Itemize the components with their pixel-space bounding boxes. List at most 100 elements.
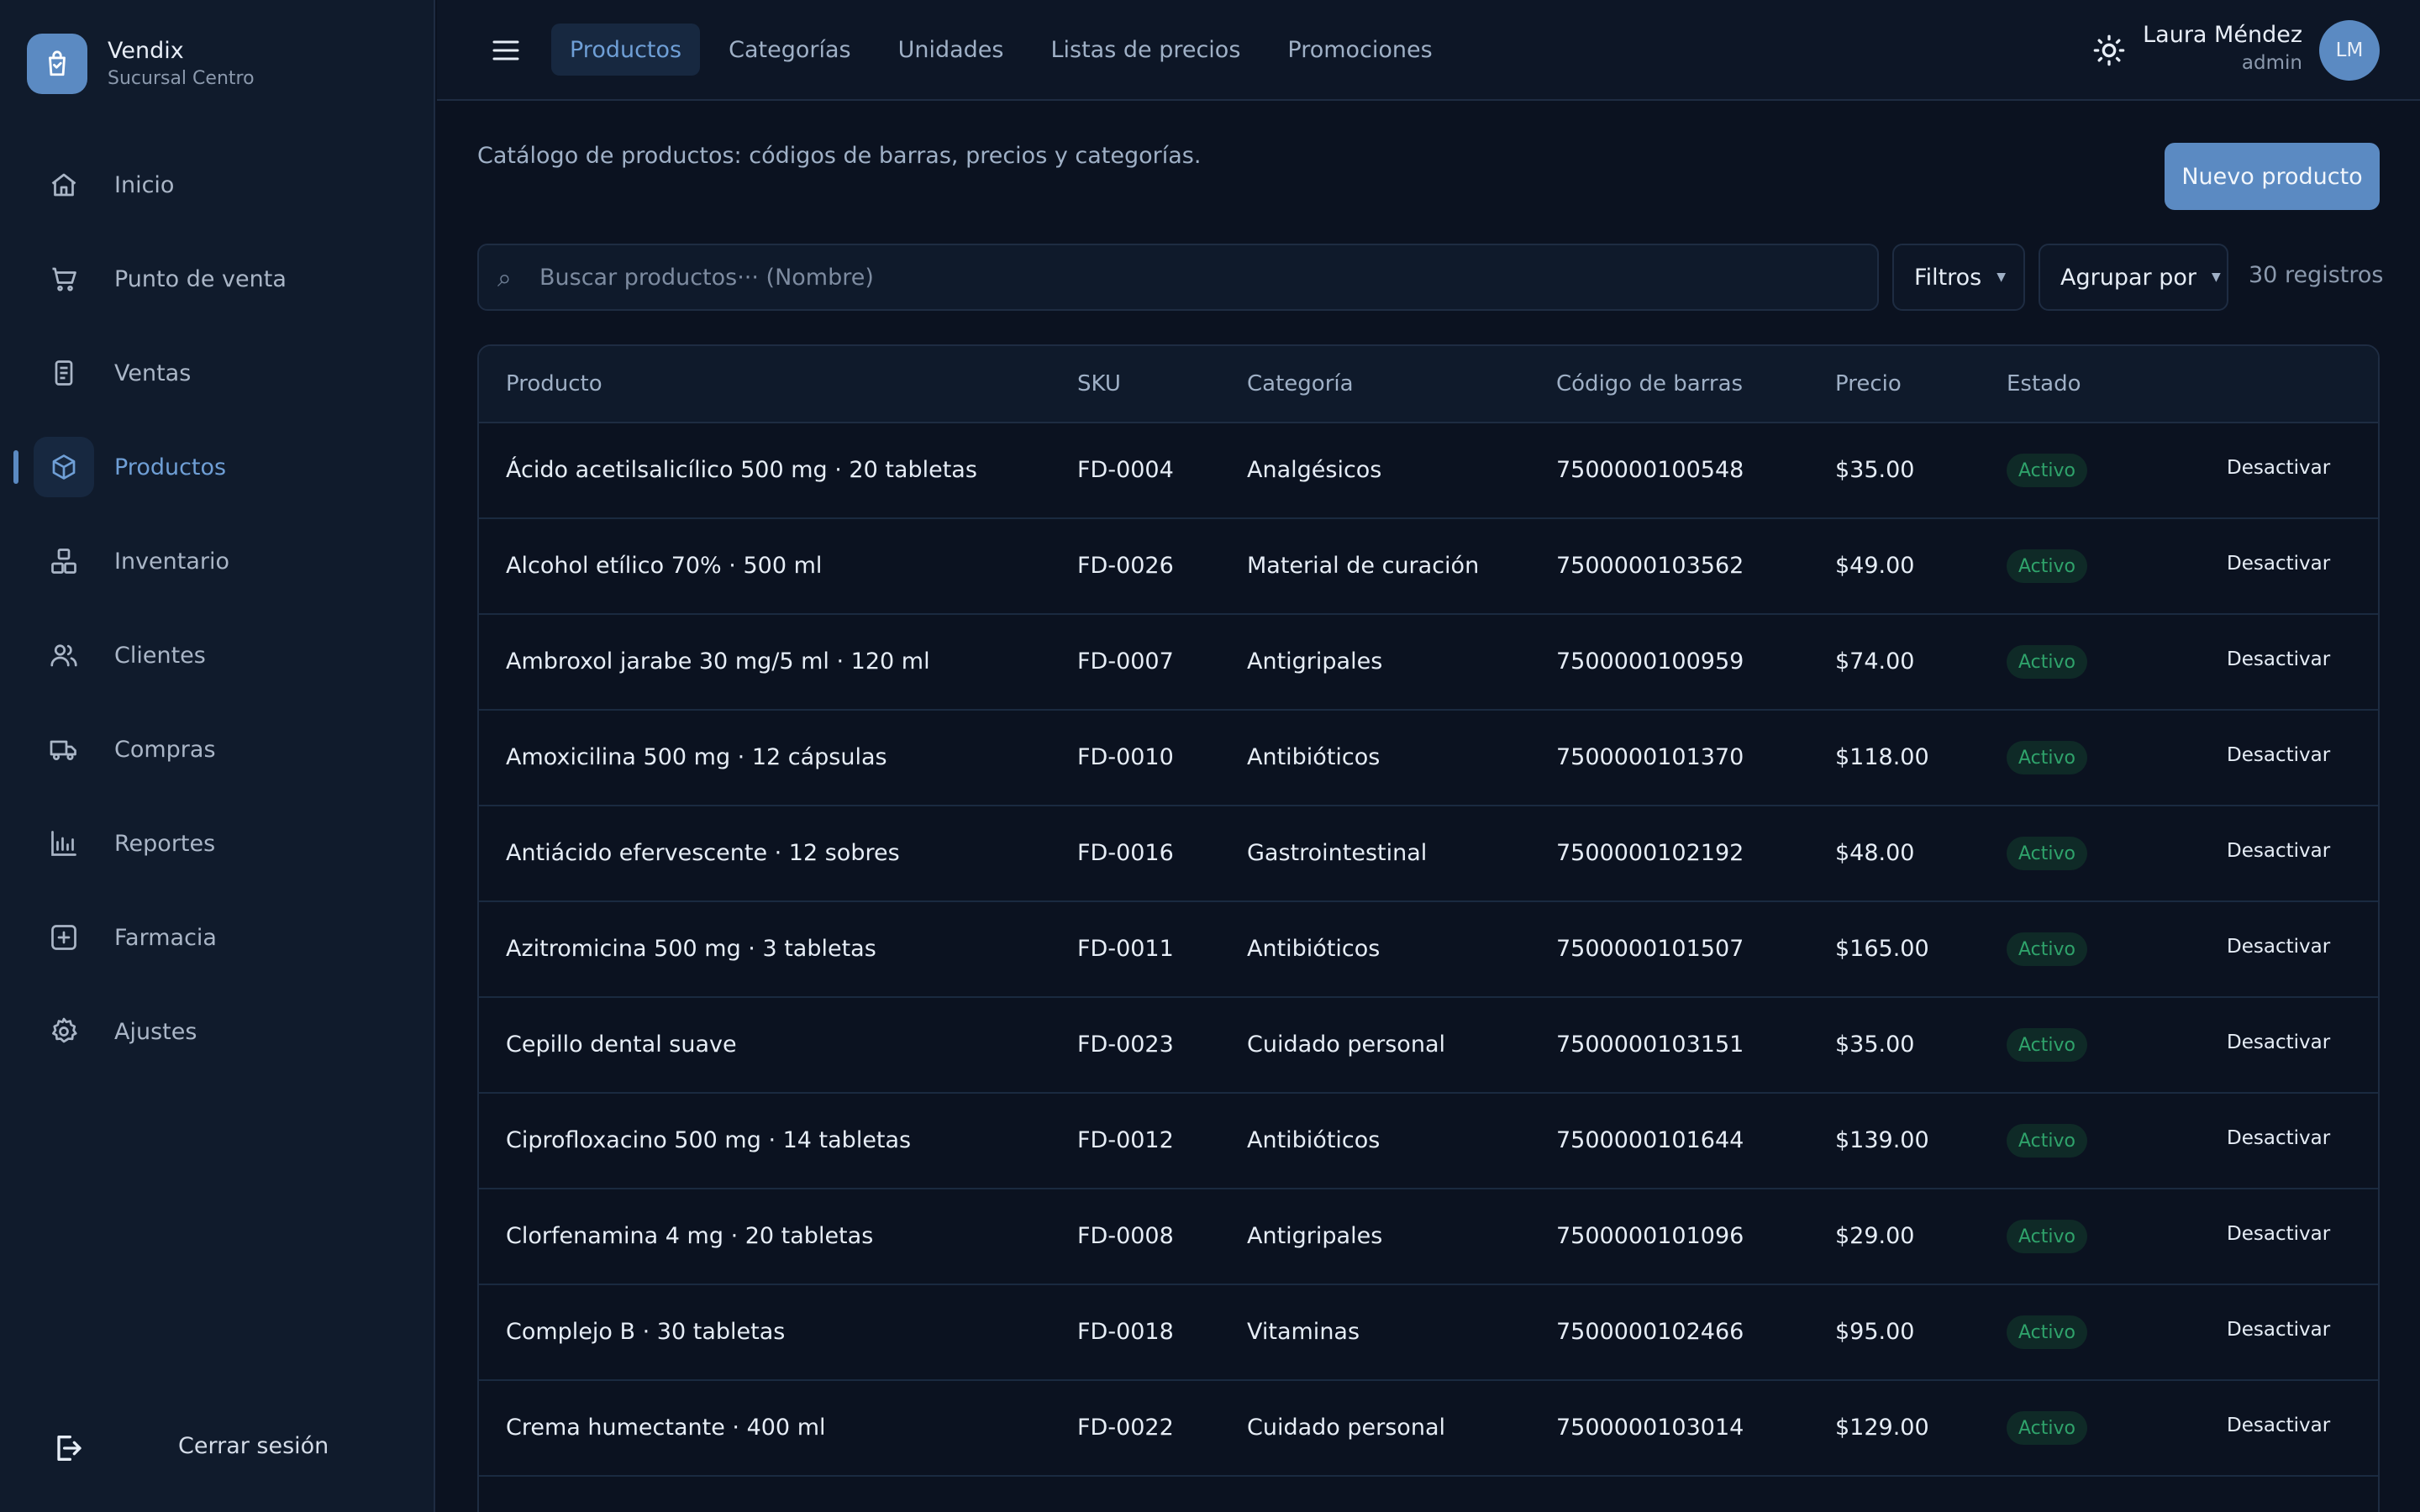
cell-category: Antibióticos <box>1247 1127 1381 1153</box>
cell-product-name: Cepillo dental suave <box>506 1032 737 1058</box>
deactivate-button[interactable]: Desactivar <box>2227 457 2330 479</box>
cart-icon <box>34 249 94 309</box>
status-badge: Activo <box>2007 1220 2087 1253</box>
sidebar-item-farmacia[interactable]: Farmacia <box>0 890 435 984</box>
deactivate-button[interactable]: Desactivar <box>2227 1319 2330 1341</box>
shopping-bag-icon <box>27 34 87 94</box>
avatar[interactable]: LM <box>2319 20 2380 81</box>
sidebar-item-punto-de-venta[interactable]: Punto de venta <box>0 232 435 326</box>
column-header-precio[interactable]: Precio <box>1835 371 1902 396</box>
receipt-icon <box>34 343 94 403</box>
home-icon <box>34 155 94 215</box>
cell-sku: FD-0016 <box>1077 840 1174 866</box>
record-count: 30 registros <box>2249 262 2384 288</box>
table-row[interactable]: Amoxicilina 500 mg · 12 cápsulas FD-0010 A… <box>479 711 2378 806</box>
cell-price: $118.00 <box>1835 744 1929 770</box>
plus-square-icon <box>34 907 94 968</box>
tab-productos[interactable]: Productos <box>551 24 701 76</box>
filters-label: Filtros <box>1914 264 1982 291</box>
sidebar-item-compras[interactable]: Compras <box>0 702 435 796</box>
table-row[interactable]: Ácido acetilsalicílico 500 mg · 20 table… <box>479 423 2378 519</box>
cell-barcode: 7500000100548 <box>1556 457 1744 483</box>
deactivate-button[interactable]: Desactivar <box>2227 648 2330 670</box>
table-row[interactable]: Clorfenamina 4 mg · 20 tabletas FD-0008 An… <box>479 1189 2378 1285</box>
cell-category: Cuidado personal <box>1247 1032 1445 1058</box>
status-badge: Activo <box>2007 1411 2087 1445</box>
table-row[interactable]: Cepillo dental suave FD-0023 Cuidado perso… <box>479 998 2378 1094</box>
cell-price: $74.00 <box>1835 648 1915 675</box>
sidebar-item-inventario[interactable]: Inventario <box>0 514 435 608</box>
deactivate-button[interactable]: Desactivar <box>2227 936 2330 958</box>
deactivate-button[interactable]: Desactivar <box>2227 553 2330 575</box>
cell-price: $165.00 <box>1835 936 1929 962</box>
tab-categorias[interactable]: Categorías <box>710 24 869 76</box>
cell-barcode: 7500000101507 <box>1556 936 1744 962</box>
cell-category: Material de curación <box>1247 553 1480 579</box>
new-product-button[interactable]: Nuevo producto <box>2165 143 2380 210</box>
sidebar-item-ventas[interactable]: Ventas <box>0 326 435 420</box>
deactivate-button[interactable]: Desactivar <box>2227 1415 2330 1436</box>
cell-price: $48.00 <box>1835 840 1915 866</box>
cell-price: $35.00 <box>1835 1032 1915 1058</box>
cell-barcode: 7500000100959 <box>1556 648 1744 675</box>
sidebar-item-inicio[interactable]: Inicio <box>0 138 435 232</box>
cell-product-name: Complejo B · 30 tabletas <box>506 1319 786 1345</box>
user-info[interactable]: Laura Méndez admin <box>2143 20 2302 76</box>
cell-product-name: Ambroxol jarabe 30 mg/5 ml · 120 ml <box>506 648 930 675</box>
brand[interactable]: Vendix Sucursal Centro <box>27 34 255 94</box>
cell-sku: FD-0011 <box>1077 936 1174 962</box>
cell-barcode: 7500000101370 <box>1556 744 1744 770</box>
table-row[interactable]: Azitromicina 500 mg · 3 tabletas FD-0011 A… <box>479 902 2378 998</box>
column-header-producto[interactable]: Producto <box>506 371 602 396</box>
table-row[interactable]: Complejo B · 30 tabletas FD-0018 Vitaminas… <box>479 1285 2378 1381</box>
deactivate-button[interactable]: Desactivar <box>2227 1032 2330 1053</box>
table-row[interactable]: Antiácido efervescente · 12 sobres FD-001… <box>479 806 2378 902</box>
menu-icon[interactable] <box>491 37 521 64</box>
deactivate-button[interactable]: Desactivar <box>2227 1223 2330 1245</box>
tab-unidades[interactable]: Unidades <box>880 24 1023 76</box>
sun-icon[interactable] <box>2092 34 2126 67</box>
table-row[interactable]: Ciprofloxacino 500 mg · 14 tabletas FD-00… <box>479 1094 2378 1189</box>
column-header-codigo[interactable]: Código de barras <box>1556 371 1743 396</box>
status-badge: Activo <box>2007 454 2087 487</box>
tab-promociones[interactable]: Promociones <box>1269 24 1450 76</box>
logout-label: Cerrar sesión <box>178 1432 329 1459</box>
cell-product-name: Alcohol etílico 70% · 500 ml <box>506 553 823 579</box>
sidebar-item-reportes[interactable]: Reportes <box>0 796 435 890</box>
logout-button[interactable]: Cerrar sesión <box>0 1420 435 1472</box>
cell-category: Antigripales <box>1247 1223 1383 1249</box>
cell-price: $49.00 <box>1835 553 1915 579</box>
column-header-sku[interactable]: SKU <box>1077 371 1121 396</box>
column-header-estado[interactable]: Estado <box>2007 371 2081 396</box>
sidebar-item-label: Ventas <box>114 360 192 386</box>
search-input[interactable] <box>539 245 1867 309</box>
sidebar-item-ajustes[interactable]: Ajustes <box>0 984 435 1079</box>
status-badge: Activo <box>2007 549 2087 583</box>
cell-product-name: Ácido acetilsalicílico 500 mg · 20 table… <box>506 457 977 483</box>
cell-category: Analgésicos <box>1247 457 1382 483</box>
deactivate-button[interactable]: Desactivar <box>2227 1127 2330 1149</box>
sidebar-item-clientes[interactable]: Clientes <box>0 608 435 702</box>
groupby-dropdown[interactable]: Agrupar por ▼ <box>2039 244 2228 311</box>
table-row[interactable]: Ambroxol jarabe 30 mg/5 ml · 120 ml FD-00… <box>479 615 2378 711</box>
cell-price: $129.00 <box>1835 1415 1929 1441</box>
cell-barcode: 7500000102192 <box>1556 840 1744 866</box>
deactivate-button[interactable]: Desactivar <box>2227 744 2330 766</box>
table-row[interactable]: Crema humectante · 400 ml FD-0022 Cuidado … <box>479 1381 2378 1477</box>
truck-icon <box>34 719 94 780</box>
cell-barcode: 7500000101644 <box>1556 1127 1744 1153</box>
cell-category: Cuidado personal <box>1247 1415 1445 1441</box>
deactivate-button[interactable]: Desactivar <box>2227 840 2330 862</box>
status-badge: Activo <box>2007 1315 2087 1349</box>
cell-price: $29.00 <box>1835 1223 1915 1249</box>
groupby-label: Agrupar por <box>2060 264 2196 291</box>
cell-barcode: 7500000103014 <box>1556 1415 1744 1441</box>
cell-sku: FD-0018 <box>1077 1319 1174 1345</box>
filters-dropdown[interactable]: Filtros ▼ <box>1892 244 2025 311</box>
column-header-categoria[interactable]: Categoría <box>1247 371 1354 396</box>
cell-category: Antibióticos <box>1247 936 1381 962</box>
sidebar-item-productos[interactable]: Productos <box>0 420 435 514</box>
cell-sku: FD-0007 <box>1077 648 1174 675</box>
tab-listas-de-precios[interactable]: Listas de precios <box>1032 24 1259 76</box>
table-row[interactable]: Alcohol etílico 70% · 500 ml FD-0026 Mater… <box>479 519 2378 615</box>
